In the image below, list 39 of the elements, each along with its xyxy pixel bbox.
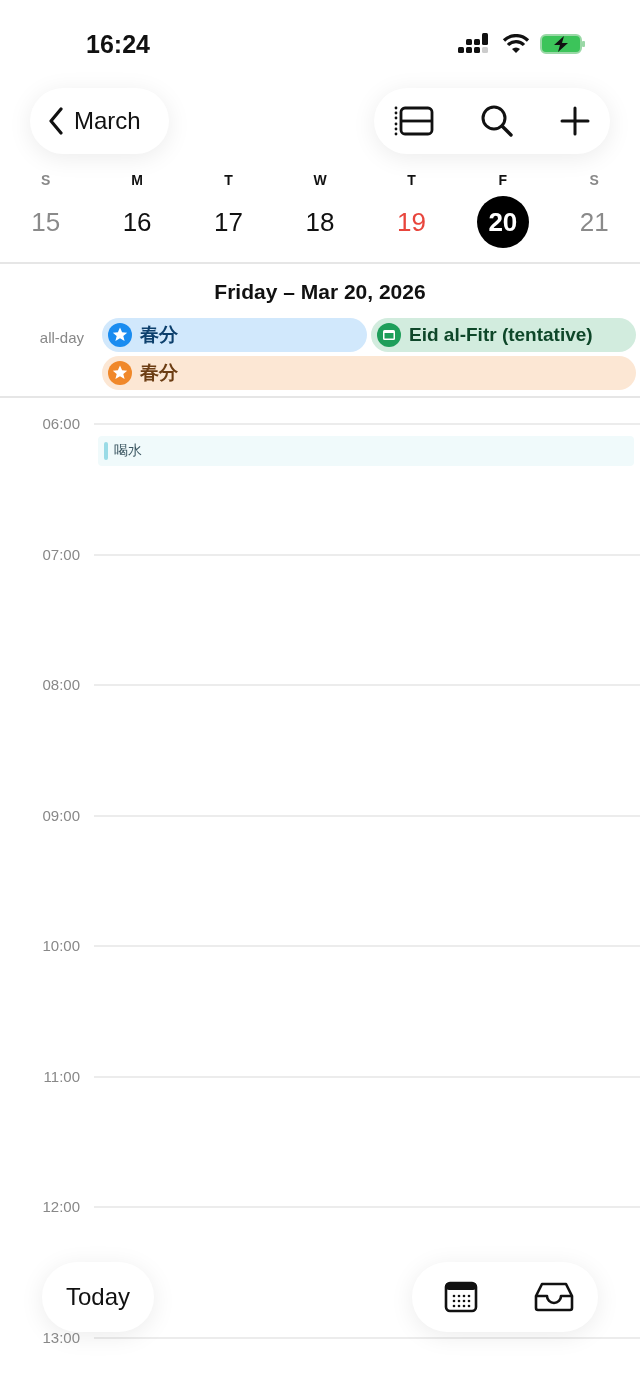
wifi-icon [502,34,530,54]
hour-label: 08:00 [41,675,81,695]
hour-label: 12:00 [41,1197,81,1217]
hour-label: 11:00 [42,1066,81,1087]
status-time: 16:24 [86,29,150,59]
search-icon[interactable] [480,104,514,138]
weekday-letter: W [313,172,327,188]
day-number[interactable]: 19 [385,196,438,248]
day-number[interactable]: 20 [476,196,529,248]
inbox-icon[interactable] [534,1282,574,1312]
hour-label: 06:00 [41,414,81,434]
chevron-left-icon [48,107,64,135]
all-day-event[interactable]: 春分 [102,318,367,352]
weekday-letter: S [589,172,599,188]
battery-charging-icon [540,33,586,55]
event-title: 春分 [140,361,178,385]
event-title: 春分 [140,323,178,347]
weekday-letter: F [498,172,508,188]
weekday-letter: T [224,172,233,188]
back-button[interactable]: March [30,88,169,154]
calendar-icon[interactable] [444,1281,478,1313]
hour-label: 10:00 [41,936,81,956]
weekday-letter: M [131,172,143,188]
weekday-letter: T [407,172,416,188]
hour-label: 09:00 [41,805,81,826]
today-button[interactable]: Today [42,1262,155,1332]
all-day-event[interactable]: 春分 [102,356,636,390]
event-title: Eid al-Fitr (tentative) [409,324,593,346]
all-day-label: all-day [38,328,85,348]
timed-event[interactable]: 喝水 [98,436,634,466]
day-number[interactable]: 16 [111,196,164,248]
list-view-icon[interactable] [394,105,434,137]
hour-label: 07:00 [41,544,81,565]
day-number[interactable]: 17 [202,196,255,248]
day-number[interactable]: 18 [294,196,346,248]
day-title: Friday – Mar 20, 2026 [213,279,427,305]
add-icon[interactable] [560,106,590,136]
weekday-letter: S [41,172,51,188]
all-day-event[interactable]: Eid al-Fitr (tentative) [371,318,636,352]
